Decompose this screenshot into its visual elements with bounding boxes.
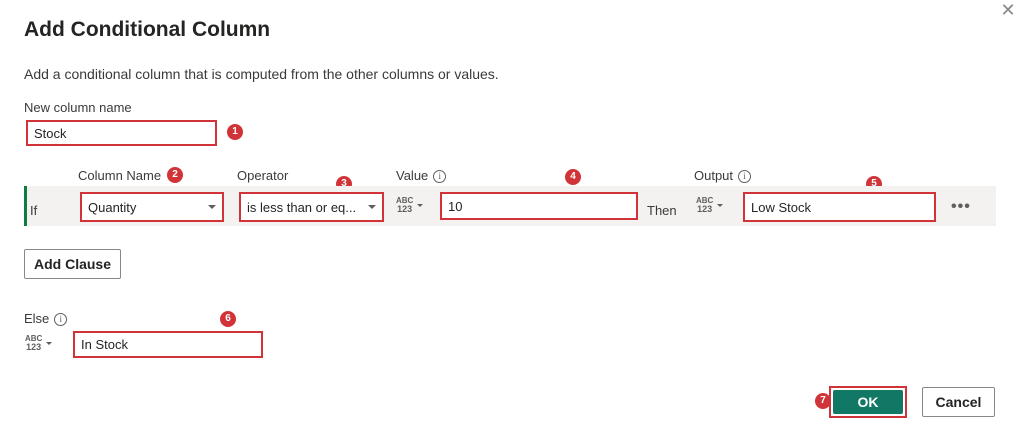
dialog-title: Add Conditional Column [24,18,271,41]
else-type-selector[interactable]: ABC 123 [25,331,59,355]
chevron-down-icon [417,203,424,207]
ok-button[interactable]: OK [833,390,903,414]
column-name-header: Column Name [78,168,162,183]
step-badge-6: 6 [220,311,236,327]
column-name-dropdown[interactable]: Quantity [80,192,224,222]
output-input[interactable]: Low Stock [743,192,936,222]
operator-header: Operator [237,168,289,183]
chevron-down-icon [368,205,376,209]
output-type-selector[interactable]: ABC 123 [696,193,730,217]
chevron-down-icon [208,205,216,209]
operator-dropdown[interactable]: is less than or eq... [239,192,384,222]
step-badge-2: 2 [167,167,183,183]
new-column-name-label: New column name [24,100,132,115]
new-column-name-value: Stock [34,125,67,141]
else-input-text: In Stock [81,337,128,352]
step-badge-4: 4 [565,169,581,185]
info-icon[interactable]: i [738,170,752,183]
output-input-text: Low Stock [751,199,811,215]
chevron-down-icon [717,203,724,207]
abc-123-type-icon: ABC 123 [25,334,43,352]
info-icon[interactable]: i [433,170,447,183]
dialog-description: Add a conditional column that is compute… [24,66,499,82]
value-header: Value i [396,168,447,183]
column-name-value: Quantity [88,199,137,215]
abc-123-type-icon: ABC 123 [396,196,414,214]
ellipsis-icon[interactable]: ••• [951,198,971,216]
step-badge-1: 1 [227,124,243,140]
cancel-button[interactable]: Cancel [922,387,995,417]
clause-row-accent [24,186,27,226]
new-column-name-input[interactable]: Stock [26,120,217,146]
value-input-text: 10 [448,198,463,214]
else-label: Else i [24,311,68,326]
output-header: Output i [694,168,752,183]
else-input[interactable]: In Stock [73,331,263,358]
value-input[interactable]: 10 [440,192,638,220]
then-label: Then [647,203,677,218]
info-icon[interactable]: i [54,313,68,326]
operator-value: is less than or eq... [247,199,357,215]
chevron-down-icon [46,341,53,345]
value-type-selector[interactable]: ABC 123 [396,193,430,217]
abc-123-type-icon: ABC 123 [696,196,714,214]
if-label: If [30,203,38,218]
close-icon[interactable]: ✕ [998,0,1018,20]
add-clause-button[interactable]: Add Clause [24,249,121,279]
